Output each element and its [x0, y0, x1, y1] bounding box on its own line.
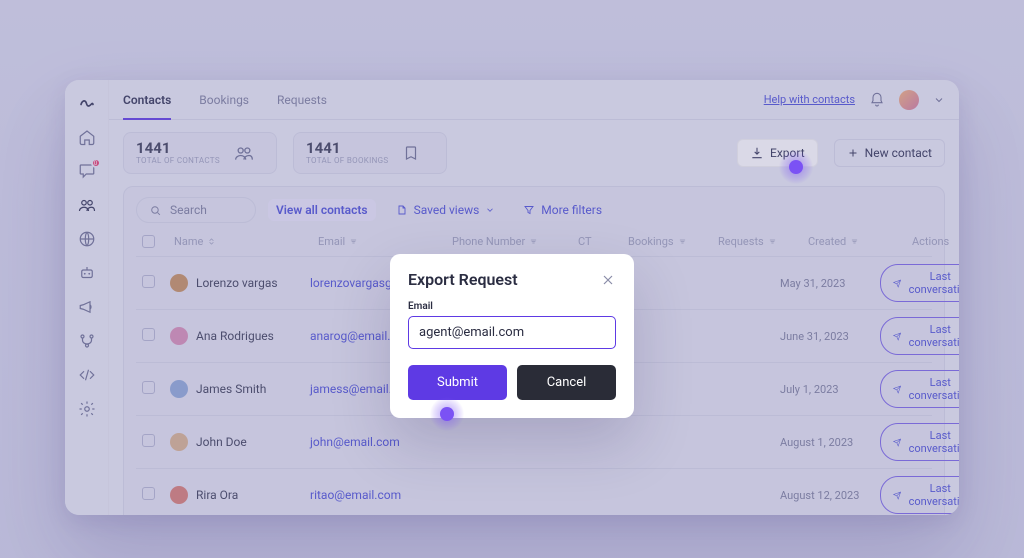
export-modal: Export Request Email Submit Cancel — [390, 254, 634, 418]
cancel-button[interactable]: Cancel — [517, 365, 616, 400]
email-field-label: Email — [408, 301, 616, 312]
submit-button[interactable]: Submit — [408, 365, 507, 400]
close-icon[interactable] — [600, 272, 616, 288]
modal-title: Export Request — [408, 270, 518, 289]
email-field[interactable] — [408, 316, 616, 349]
